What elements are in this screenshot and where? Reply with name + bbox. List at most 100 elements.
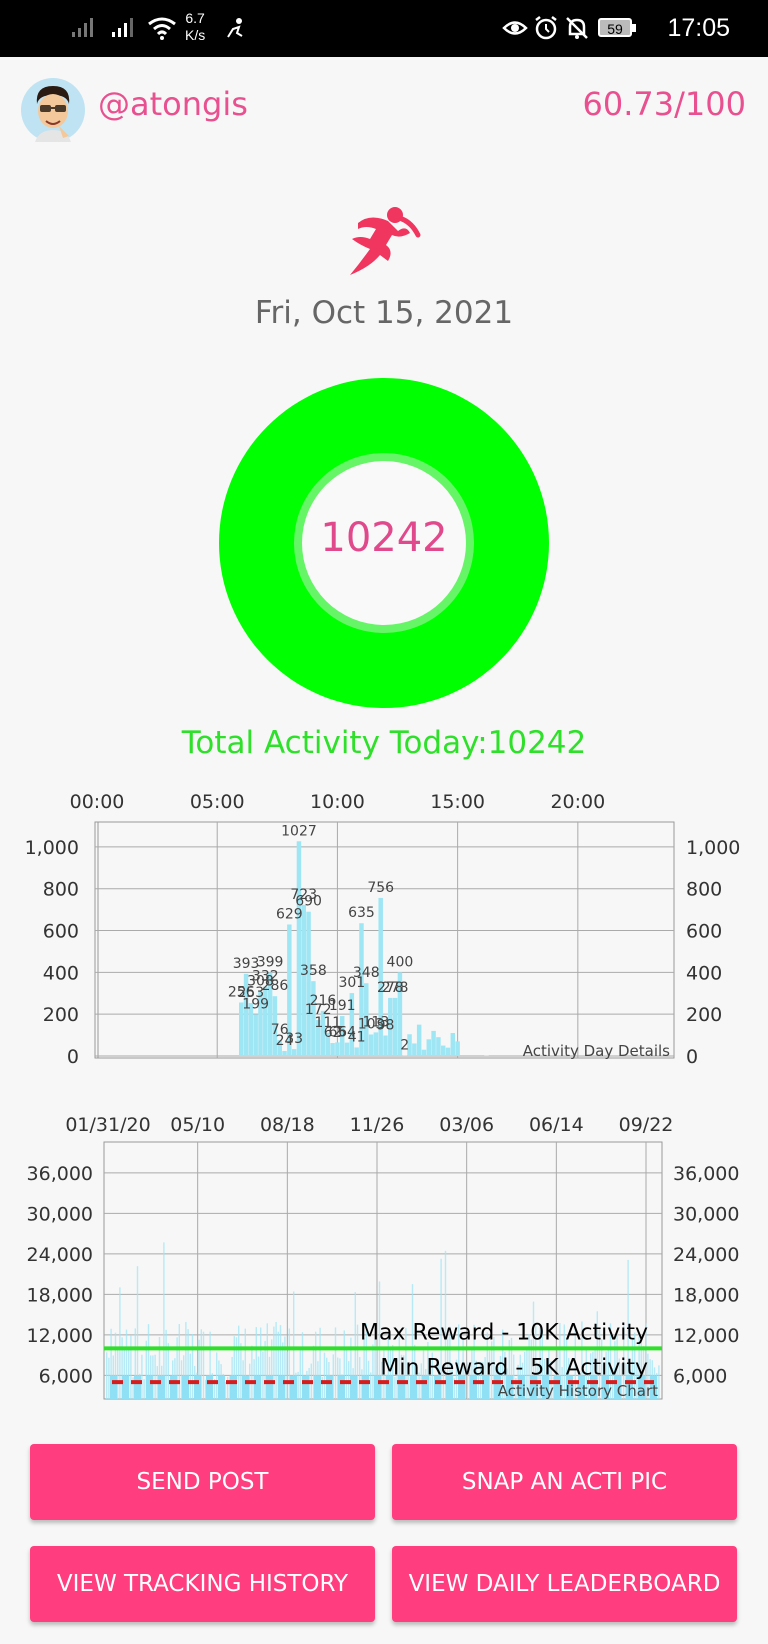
bar — [412, 1043, 417, 1056]
history-bar — [238, 1325, 240, 1399]
eye-icon — [502, 21, 528, 35]
x-tick-label: 08/18 — [260, 1114, 315, 1136]
view-tracking-history-button[interactable]: VIEW TRACKING HISTORY — [30, 1546, 375, 1622]
x-tick-label: 05/10 — [170, 1114, 225, 1136]
history-bar — [323, 1352, 326, 1399]
y-tick-label-left: 24,000 — [27, 1244, 93, 1266]
x-tick-label: 03/06 — [439, 1114, 494, 1136]
username[interactable]: @atongis — [98, 85, 248, 123]
history-base-bar — [302, 1375, 309, 1399]
bar — [368, 1034, 374, 1056]
y-tick-label-left: 0 — [67, 1046, 79, 1068]
data-label: 286 — [262, 978, 289, 994]
history-bar — [189, 1353, 191, 1399]
total-activity-label: Total Activity Today:10242 — [181, 725, 587, 761]
data-label: 1027 — [281, 823, 317, 839]
history-bar — [108, 1357, 110, 1399]
bar — [421, 1049, 427, 1056]
bar — [291, 1049, 297, 1056]
x-tick-label: 06/14 — [529, 1114, 584, 1136]
y-tick-label-right: 18,000 — [673, 1284, 739, 1306]
data-label: 278 — [382, 980, 409, 996]
chart-caption: Activity Day Details — [523, 1042, 670, 1060]
y-tick-label-right: 30,000 — [673, 1203, 739, 1225]
history-base-bar — [242, 1375, 249, 1399]
history-bar — [216, 1352, 218, 1399]
battery-icon: 59 — [598, 18, 636, 37]
y-tick-label-right: 800 — [686, 879, 722, 901]
history-bar — [262, 1351, 264, 1399]
status-bar: 6.7 K/s 59 17:05 — [0, 0, 768, 57]
history-base-bar — [194, 1375, 201, 1399]
history-base-bar — [362, 1375, 369, 1399]
history-bar — [299, 1350, 301, 1399]
data-label: 756 — [367, 880, 394, 896]
data-label: 199 — [242, 996, 269, 1012]
history-bar — [312, 1345, 315, 1399]
y-tick-label-right: 24,000 — [673, 1244, 739, 1266]
activity-history-chart: 36,000 36,000 30,000 30,000 24,000 24,000 18,0… — [27, 1114, 740, 1400]
history-bar — [286, 1351, 288, 1399]
history-bar — [372, 1344, 374, 1399]
history-base-bar — [134, 1375, 141, 1399]
history-bar — [143, 1379, 145, 1399]
history-bar — [345, 1349, 348, 1399]
y-tick-label-right: 6,000 — [673, 1365, 727, 1387]
history-base-bar — [254, 1375, 261, 1399]
data-label: 358 — [300, 963, 327, 979]
x-tick-label: 10:00 — [310, 791, 365, 813]
x-tick-label: 11/26 — [350, 1114, 405, 1136]
history-base-bar — [206, 1375, 213, 1399]
history-base-bar — [338, 1375, 345, 1399]
history-base-bar — [326, 1375, 333, 1399]
data-label: 400 — [387, 954, 414, 970]
data-label: 2 — [400, 1038, 409, 1054]
history-base-bar — [218, 1375, 225, 1399]
bar — [426, 1039, 432, 1056]
history-bar — [356, 1324, 359, 1399]
history-bar — [167, 1343, 169, 1399]
y-tick-label-left: 400 — [43, 962, 79, 984]
history-base-bar — [230, 1375, 237, 1399]
data-label: 690 — [295, 894, 322, 910]
bar — [445, 1047, 451, 1056]
history-base-bar — [110, 1375, 117, 1399]
y-tick-label-left: 36,000 — [27, 1163, 93, 1185]
history-bar — [180, 1360, 183, 1399]
history-bar — [334, 1327, 337, 1399]
max-reward-label: Max Reward - 10K Activity — [360, 1320, 648, 1345]
history-bar — [288, 1328, 290, 1399]
avatar[interactable] — [21, 78, 85, 142]
history-bar — [106, 1352, 108, 1399]
view-daily-leaderboard-button[interactable]: VIEW DAILY LEADERBOARD — [392, 1546, 737, 1622]
history-base-bar — [146, 1375, 153, 1399]
bell-off-icon — [566, 17, 588, 39]
activity-score: 60.73/100 — [582, 85, 746, 123]
y-tick-label-right: 1,000 — [686, 837, 740, 859]
runner-icon — [350, 207, 421, 275]
y-tick-label-left: 1,000 — [25, 837, 79, 859]
history-bar — [359, 1357, 361, 1399]
send-post-button[interactable]: SEND POST — [30, 1444, 375, 1520]
bar — [431, 1030, 436, 1056]
history-base-bar — [278, 1375, 285, 1399]
y-tick-label-left: 18,000 — [27, 1284, 93, 1306]
activity-day-chart: 1,000 1,000 800 800 600 600 400 400 200 200 0 0 00:0… — [25, 791, 741, 1068]
history-bar — [178, 1324, 180, 1399]
clock: 17:05 — [667, 14, 730, 42]
y-tick-label-left: 6,000 — [39, 1365, 93, 1387]
snap-acti-pic-button[interactable]: SNAP AN ACTI PIC — [392, 1444, 737, 1520]
bar — [436, 1037, 441, 1056]
history-bar — [191, 1333, 194, 1399]
data-label: 399 — [257, 955, 284, 971]
bar — [354, 1047, 359, 1056]
history-base-bar — [350, 1375, 357, 1399]
history-base-bar — [158, 1375, 165, 1399]
history-bar — [202, 1331, 205, 1399]
y-tick-label-left: 600 — [43, 921, 79, 943]
bar — [330, 1043, 335, 1056]
data-label: 191 — [329, 998, 356, 1014]
y-tick-label-left: 200 — [43, 1004, 79, 1026]
bar — [306, 911, 311, 1056]
bar — [335, 1042, 340, 1056]
